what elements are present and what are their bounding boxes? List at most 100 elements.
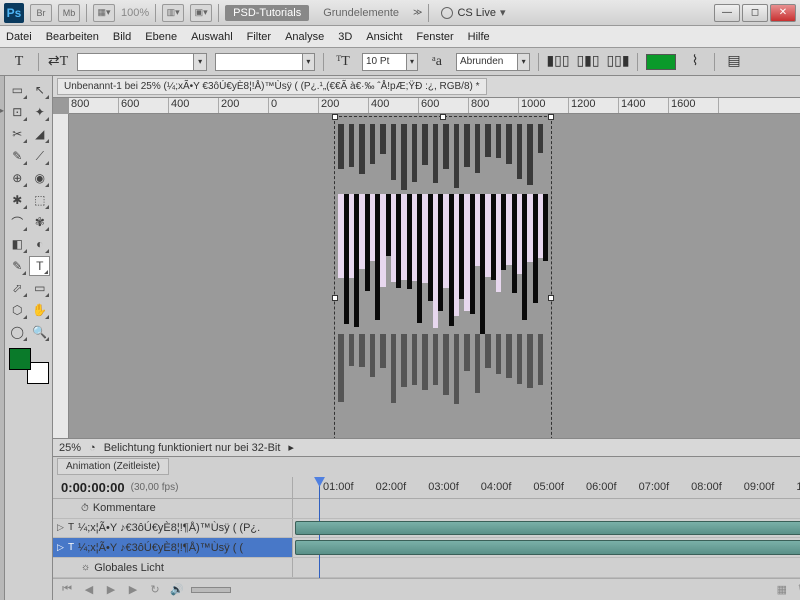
tool-7-1[interactable]: ◐ xyxy=(30,234,51,254)
menu-auswahl[interactable]: Auswahl xyxy=(191,31,233,43)
warp-text-button[interactable]: ⌇ xyxy=(684,51,706,73)
tool-2-1[interactable]: ◢ xyxy=(30,124,51,144)
clip[interactable] xyxy=(295,540,800,555)
timeline-ruler[interactable]: 01:00f02:00f03:00f04:00f05:00f06:00f07:0… xyxy=(293,477,800,498)
tool-5-1[interactable]: ⬚ xyxy=(30,190,51,210)
view-extras-button[interactable]: ▦▾ xyxy=(93,4,115,22)
arrange-button[interactable]: ▥▾ xyxy=(162,4,184,22)
status-icon: ◔ xyxy=(89,442,96,454)
tool-8-1[interactable]: T xyxy=(29,256,50,276)
tool-11-1[interactable]: 🔍 xyxy=(30,322,51,342)
tool-3-1[interactable]: ⟋ xyxy=(30,146,51,166)
font-family-combo[interactable]: ▾ xyxy=(77,53,207,71)
fg-color[interactable] xyxy=(9,348,31,370)
minibridge-button[interactable]: Mb xyxy=(58,4,80,22)
track-text2[interactable]: ▷ T ¼;x¦Ã•Y ♪€3ôÚ€yÈ8¦!¶Å)™Ùsÿ ( ( xyxy=(53,538,800,558)
align-left-icon[interactable]: ▮▯▯ xyxy=(547,51,569,73)
zoom-level[interactable]: 100% xyxy=(121,7,149,19)
tool-9-0[interactable]: ⬀ xyxy=(7,278,28,298)
tool-3-0[interactable]: ✎ xyxy=(7,146,28,166)
status-bar: 25% ◔ Belichtung funktioniert nur bei 32… xyxy=(53,438,800,456)
animation-controls: ⏮ ◀ ▶ ▶ ↻ 🔊 ▦ 🗑 xyxy=(53,578,800,600)
menu-hilfe[interactable]: Hilfe xyxy=(468,31,490,43)
artwork xyxy=(338,124,548,404)
aa-icon: ᵃa xyxy=(426,51,448,73)
animation-tab[interactable]: Animation (Zeitleiste) xyxy=(57,458,169,475)
next-frame-button[interactable]: ▶ xyxy=(125,583,141,597)
status-zoom[interactable]: 25% xyxy=(59,442,81,454)
tool-10-1[interactable]: ✋ xyxy=(30,300,51,320)
tool-5-0[interactable]: ✱ xyxy=(7,190,28,210)
zoom-slider[interactable] xyxy=(191,587,231,593)
menu-3d[interactable]: 3D xyxy=(338,31,352,43)
tool-6-0[interactable]: ⌒ xyxy=(7,212,28,232)
font-size-combo[interactable]: ▾ xyxy=(362,53,418,71)
tool-2-0[interactable]: ✂ xyxy=(7,124,28,144)
horizontal-ruler: 8006004002000200400600800100012001400160… xyxy=(69,98,800,114)
menu-bild[interactable]: Bild xyxy=(113,31,131,43)
canvas-area: 8006004002000200400600800100012001400160… xyxy=(53,98,800,438)
cslive-button[interactable]: CS Live ▾ xyxy=(435,6,511,19)
fps-label: (30,00 fps) xyxy=(131,482,179,493)
tool-8-0[interactable]: ✎ xyxy=(7,256,27,276)
loop-button[interactable]: ↻ xyxy=(147,583,163,597)
transform-box[interactable] xyxy=(334,116,552,438)
animation-panel: Animation (Zeitleiste) 0:00:00:00 (30,00… xyxy=(53,456,800,600)
tool-6-1[interactable]: ✾ xyxy=(30,212,51,232)
tool-1-1[interactable]: ✦ xyxy=(30,102,51,122)
menu-filter[interactable]: Filter xyxy=(247,31,271,43)
tool-preset[interactable]: T xyxy=(8,51,30,73)
menu-datei[interactable]: Datei xyxy=(6,31,32,43)
menu-bearbeiten[interactable]: Bearbeiten xyxy=(46,31,99,43)
maximize-button[interactable]: ◻ xyxy=(742,4,768,22)
track-comments: ⏱ Kommentare xyxy=(53,499,800,519)
rewind-button[interactable]: ⏮ xyxy=(59,583,75,597)
char-panel-button[interactable]: ▤ xyxy=(723,51,745,73)
audio-button[interactable]: 🔊 xyxy=(169,583,185,597)
prev-frame-button[interactable]: ◀ xyxy=(81,583,97,597)
tool-1-0[interactable]: ⊡ xyxy=(7,102,28,122)
clip[interactable] xyxy=(295,521,800,536)
convert-button[interactable]: ▦ xyxy=(774,583,790,597)
tool-9-1[interactable]: ▭ xyxy=(30,278,51,298)
status-message: Belichtung funktioniert nur bei 32-Bit xyxy=(104,442,281,454)
workspace-more[interactable]: ≫ xyxy=(413,7,422,18)
canvas[interactable] xyxy=(69,114,800,438)
minimize-button[interactable]: — xyxy=(714,4,740,22)
menu-ansicht[interactable]: Ansicht xyxy=(366,31,402,43)
menu-ebene[interactable]: Ebene xyxy=(145,31,177,43)
workspace-psd[interactable]: PSD-Tutorials xyxy=(225,5,309,21)
align-right-icon[interactable]: ▯▯▮ xyxy=(607,51,629,73)
size-icon: ᵀT xyxy=(332,51,354,73)
screenmode-button[interactable]: ▣▾ xyxy=(190,4,212,22)
menu-fenster[interactable]: Fenster xyxy=(416,31,453,43)
tool-0-0[interactable]: ▭ xyxy=(7,80,28,100)
workspace-grund[interactable]: Grundelemente xyxy=(315,5,407,21)
document-tab[interactable]: Unbenannt-1 bei 25% (¼;xÃ•Y €3ôÚ€yÈ8¦!Å)… xyxy=(53,76,800,98)
bridge-button[interactable]: Br xyxy=(30,4,52,22)
tool-0-1[interactable]: ↖ xyxy=(30,80,51,100)
menubar: Datei Bearbeiten Bild Ebene Auswahl Filter Ana… xyxy=(0,26,800,48)
tool-4-1[interactable]: ◉ xyxy=(30,168,51,188)
tool-10-0[interactable]: ⬡ xyxy=(7,300,28,320)
tool-11-0[interactable]: ◯ xyxy=(7,322,28,342)
font-style-combo[interactable]: ▾ xyxy=(215,53,315,71)
close-button[interactable]: ✕ xyxy=(770,4,796,22)
align-center-icon[interactable]: ▯▮▯ xyxy=(577,51,599,73)
play-button[interactable]: ▶ xyxy=(103,583,119,597)
delete-button[interactable]: 🗑 xyxy=(796,583,800,597)
track-text1[interactable]: ▷ T ¼;x¦Ã•Y ♪€3ôÚ€yÈ8¦!¶Å)™Ùsÿ ( (P¿. xyxy=(53,519,800,539)
orientation-button[interactable]: ⇄T xyxy=(47,51,69,73)
track-global-light[interactable]: ☼ Globales Licht xyxy=(53,558,800,578)
text-color-swatch[interactable] xyxy=(646,54,676,70)
tool-7-0[interactable]: ◧ xyxy=(7,234,28,254)
titlebar: Ps Br Mb ▦▾ 100% ▥▾ ▣▾ PSD-Tutorials Gru… xyxy=(0,0,800,26)
status-more[interactable]: ▸ xyxy=(288,441,294,454)
menu-analyse[interactable]: Analyse xyxy=(285,31,324,43)
timecode[interactable]: 0:00:00:00 xyxy=(61,480,125,495)
ps-logo: Ps xyxy=(4,3,24,23)
toolbox: ▭↖⊡✦✂◢✎⟋⊕◉✱⬚⌒✾◧◐✎T⬀▭⬡✋◯🔍 xyxy=(5,76,53,600)
tool-4-0[interactable]: ⊕ xyxy=(7,168,28,188)
options-bar: T ⇄T ▾ ▾ ᵀT ▾ ᵃa ▾ ▮▯▯ ▯▮▯ ▯▯▮ ⌇ ▤ xyxy=(0,48,800,76)
antialias-combo[interactable]: ▾ xyxy=(456,53,530,71)
